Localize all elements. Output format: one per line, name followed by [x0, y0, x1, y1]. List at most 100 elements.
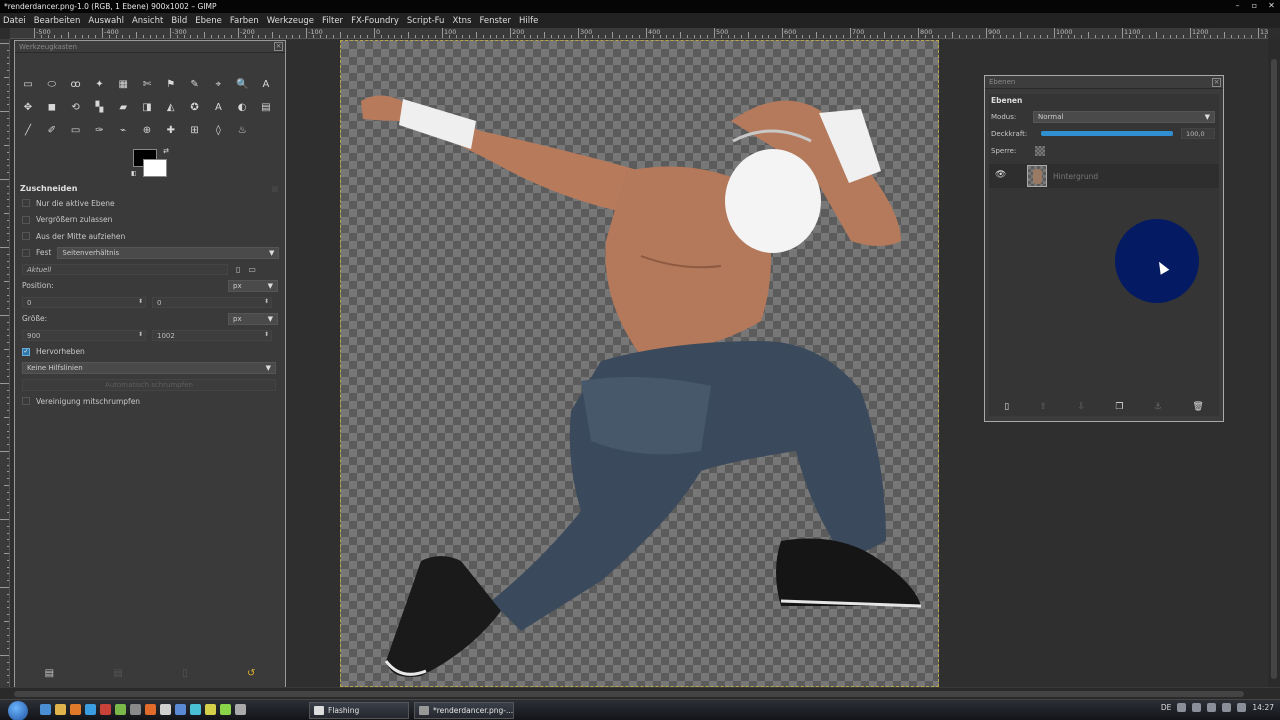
clock[interactable]: 14:27: [1252, 703, 1274, 712]
rotate-icon[interactable]: ⟲: [67, 98, 85, 116]
blur-icon[interactable]: ◊: [209, 121, 227, 139]
size-height-input[interactable]: 1002 ⬍: [152, 329, 272, 341]
layer-name[interactable]: Hintergrund: [1053, 172, 1098, 181]
spin-icon[interactable]: ⬍: [264, 297, 269, 307]
explorer-icon[interactable]: [55, 704, 66, 715]
size-unit-combo[interactable]: px ▼: [228, 312, 278, 325]
menu-werkzeuge[interactable]: Werkzeuge: [267, 16, 314, 26]
opt-highlight[interactable]: ✓ Hervorheben: [18, 344, 282, 361]
auto-shrink-button[interactable]: Automatisch schrumpfen: [22, 378, 276, 391]
paintbrush-icon[interactable]: ✐: [43, 121, 61, 139]
network-icon[interactable]: [1222, 703, 1232, 712]
close-icon[interactable]: ×: [1212, 78, 1221, 87]
color-select-icon[interactable]: ▦: [114, 75, 132, 93]
menu-bearbeiten[interactable]: Bearbeiten: [34, 16, 81, 26]
paths-icon[interactable]: ✎: [186, 75, 204, 93]
checkbox-icon[interactable]: [22, 199, 30, 208]
start-button[interactable]: [8, 701, 28, 720]
rect-select-icon[interactable]: ▭: [19, 75, 37, 93]
mode-combo[interactable]: Normal ▼: [1033, 110, 1215, 123]
ie-icon[interactable]: [85, 704, 96, 715]
lasso-icon[interactable]: ꝏ: [67, 75, 85, 93]
color-picker-icon[interactable]: ⌖: [209, 75, 227, 93]
app-icon[interactable]: [220, 704, 231, 715]
scale-icon[interactable]: ▚: [90, 98, 108, 116]
tray-icon[interactable]: [1192, 703, 1202, 712]
checkbox-checked-icon[interactable]: ✓: [22, 347, 30, 356]
app-icon[interactable]: [130, 704, 141, 715]
lock-alpha-icon[interactable]: [1035, 145, 1045, 156]
reset-colors-icon[interactable]: ◧: [131, 170, 137, 177]
foreground-select-icon[interactable]: ⚑: [162, 75, 180, 93]
dodge-burn-icon[interactable]: [257, 121, 275, 139]
crop-icon[interactable]: ◼: [43, 98, 61, 116]
checkbox-icon[interactable]: [22, 397, 30, 406]
heal-icon[interactable]: ✚: [162, 121, 180, 139]
vertical-scroll-thumb[interactable]: [1271, 59, 1277, 679]
opacity-slider[interactable]: [1041, 131, 1173, 136]
smudge-icon[interactable]: ♨: [233, 121, 251, 139]
menu-xtns[interactable]: Xtns: [452, 16, 471, 26]
bucket-fill-icon[interactable]: ◐: [233, 98, 251, 116]
tray-icon[interactable]: [1177, 703, 1187, 712]
app-icon[interactable]: [115, 704, 126, 715]
spin-icon[interactable]: ⬍: [264, 330, 269, 340]
checkbox-icon[interactable]: [22, 232, 30, 241]
checkbox-icon[interactable]: [22, 248, 30, 257]
ink-icon[interactable]: ⌁: [114, 121, 132, 139]
reset-options-icon[interactable]: ↺: [247, 668, 255, 679]
aspect-current-input[interactable]: Aktuell: [22, 263, 228, 275]
vertical-ruler[interactable]: [0, 39, 10, 687]
cage-icon[interactable]: ✪: [186, 98, 204, 116]
pencil-icon[interactable]: ╱: [19, 121, 37, 139]
menu-fenster[interactable]: Fenster: [479, 16, 511, 26]
app-icon[interactable]: [190, 704, 201, 715]
measure-icon[interactable]: A: [257, 75, 275, 93]
menu-datei[interactable]: Datei: [3, 16, 26, 26]
menu-farben[interactable]: Farben: [230, 16, 259, 26]
vertical-scrollbar[interactable]: [1268, 39, 1280, 687]
maximize-icon[interactable]: ▫: [1250, 2, 1259, 10]
menu-auswahl[interactable]: Auswahl: [88, 16, 124, 26]
duplicate-layer-icon[interactable]: ❐: [1115, 402, 1123, 412]
menu-hilfe[interactable]: Hilfe: [519, 16, 538, 26]
swap-colors-icon[interactable]: ⇄: [163, 147, 169, 155]
menu-fx-foundry[interactable]: FX-Foundry: [351, 16, 399, 26]
opt-shrink-merged[interactable]: Vereinigung mitschrumpfen: [18, 393, 282, 410]
perspective-clone-icon[interactable]: ⊞: [186, 121, 204, 139]
menu-filter[interactable]: Filter: [322, 16, 343, 26]
fixed-aspect-combo[interactable]: Seitenverhältnis ▼: [57, 246, 280, 259]
opacity-value-input[interactable]: 100,0: [1181, 128, 1215, 139]
language-indicator[interactable]: DE: [1161, 703, 1172, 712]
horizontal-ruler[interactable]: -500 -400 -300 -200 -100 0 100 200 300 400 500 600 7…: [10, 28, 1268, 39]
horizontal-scroll-thumb[interactable]: [14, 691, 1244, 697]
checkbox-icon[interactable]: [22, 215, 30, 224]
minimize-icon[interactable]: –: [1233, 2, 1242, 10]
position-unit-combo[interactable]: px ▼: [228, 279, 278, 292]
menu-script-fu[interactable]: Script-Fu: [407, 16, 445, 26]
app-icon[interactable]: [205, 704, 216, 715]
delete-layer-icon[interactable]: 🗑: [1192, 402, 1203, 412]
delete-options-icon[interactable]: ▯: [182, 668, 188, 679]
shear-icon[interactable]: ▰: [114, 98, 132, 116]
app-icon[interactable]: [235, 704, 246, 715]
opt-only-active-layer[interactable]: Nur die aktive Ebene: [18, 195, 282, 212]
eye-icon[interactable]: 👁: [995, 170, 1006, 180]
volume-icon[interactable]: [1237, 703, 1247, 712]
position-y-input[interactable]: 0 ⬍: [152, 296, 272, 308]
raise-layer-icon[interactable]: ⇧: [1040, 402, 1048, 412]
app-icon[interactable]: [160, 704, 171, 715]
landscape-icon[interactable]: ▭: [248, 265, 256, 274]
task-gimp[interactable]: *renderdancer.png-...: [414, 702, 514, 719]
blend-icon[interactable]: ▤: [257, 98, 275, 116]
spin-icon[interactable]: ⬍: [138, 330, 143, 340]
task-flashing[interactable]: Flashing: [309, 702, 409, 719]
flip-icon[interactable]: ◭: [162, 98, 180, 116]
firefox-icon[interactable]: [145, 704, 156, 715]
tray-icon[interactable]: [1207, 703, 1217, 712]
menu-ebene[interactable]: Ebene: [195, 16, 222, 26]
eraser-icon[interactable]: ▭: [67, 121, 85, 139]
close-icon[interactable]: ×: [274, 42, 283, 51]
ellipse-select-icon[interactable]: ⬭: [43, 75, 61, 93]
move-icon[interactable]: ✥: [19, 98, 37, 116]
